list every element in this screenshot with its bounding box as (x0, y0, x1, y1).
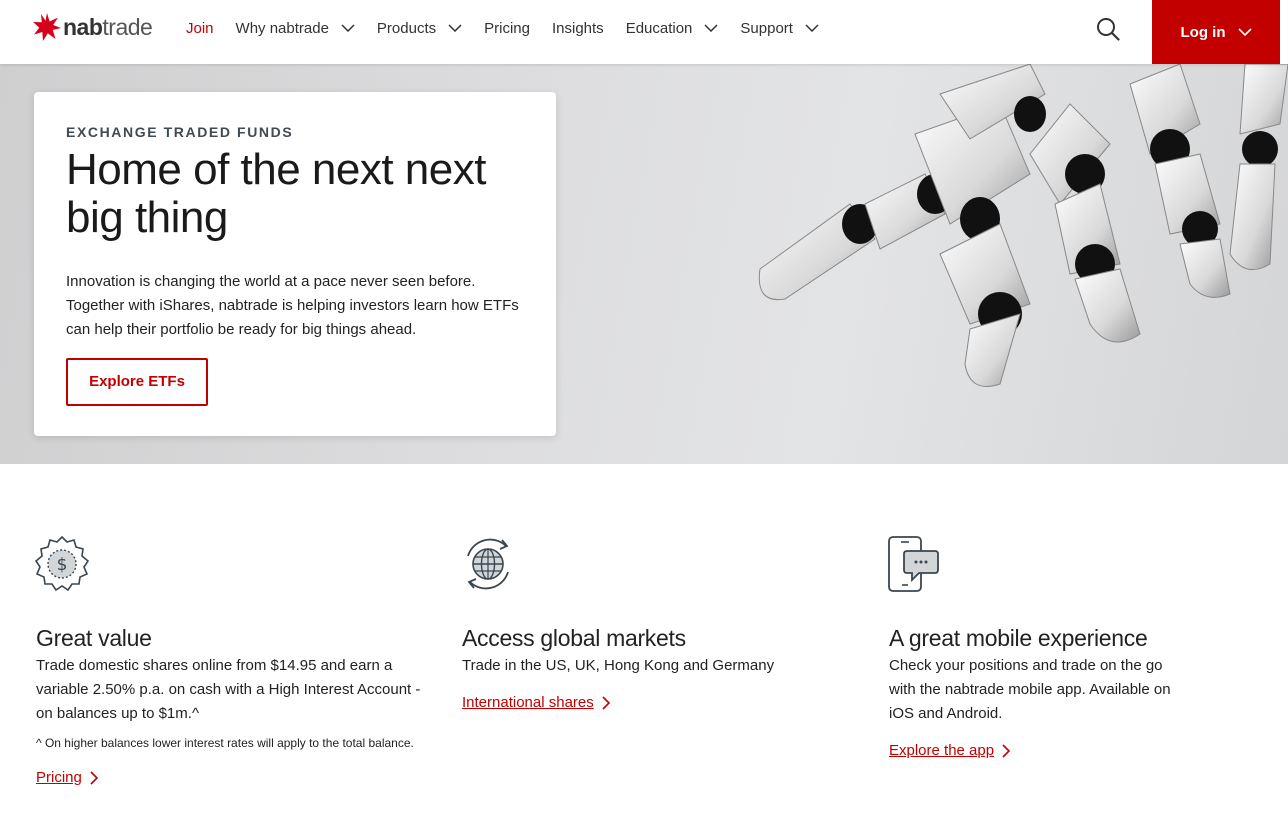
nabtrade-logo[interactable]: nabtrade (32, 12, 153, 42)
main-nav: Join Why nabtrade Products Pricing Insig… (186, 0, 841, 56)
hero-banner: EXCHANGE TRADED FUNDS Home of the next n… (0, 64, 1288, 464)
feature-description: Check your positions and trade on the go… (889, 657, 1171, 722)
chevron-down-icon (448, 24, 462, 32)
hero-text: Innovation is changing the world at a pa… (66, 273, 519, 338)
dollar-badge-icon: $ (34, 535, 90, 592)
nav-education[interactable]: Education (626, 20, 719, 37)
feature-footnote: ^ On higher balances lower interest rate… (36, 736, 414, 750)
hero-eyebrow: EXCHANGE TRADED FUNDS (66, 124, 294, 140)
chevron-down-icon (1237, 28, 1252, 36)
nav-pricing[interactable]: Pricing (484, 20, 530, 37)
mobile-chat-icon (888, 536, 939, 592)
feature-title: Great value (36, 625, 152, 651)
nav-products[interactable]: Products (377, 20, 462, 37)
nab-star-icon (33, 13, 61, 41)
globe-icon (467, 538, 509, 590)
hero-card: EXCHANGE TRADED FUNDS Home of the next n… (34, 92, 556, 436)
robot-hand-image (758, 64, 1288, 387)
feature-global-markets: Access global markets Trade in the US, U… (458, 534, 838, 712)
chevron-down-icon (805, 24, 819, 32)
feature-great-value: $ Great value Trade domestic shares onli… (32, 534, 422, 787)
nav-insights[interactable]: Insights (552, 20, 604, 37)
explore-etfs-button[interactable]: Explore ETFs (66, 358, 208, 406)
chevron-right-icon (90, 770, 98, 785)
feature-mobile-experience: A great mobile experience Check your pos… (885, 534, 1175, 760)
chevron-right-icon (602, 695, 610, 710)
login-button[interactable]: Log in (1152, 0, 1280, 64)
svg-text:$: $ (57, 555, 68, 575)
feature-description: Trade in the US, UK, Hong Kong and Germa… (462, 657, 775, 674)
feature-title: Access global markets (462, 625, 686, 651)
logo-wordmark: nabtrade (63, 13, 153, 40)
chevron-right-icon (1002, 743, 1011, 758)
pricing-link[interactable]: Pricing (36, 769, 98, 786)
nav-join[interactable]: Join (186, 20, 214, 37)
chevron-down-icon (341, 24, 355, 32)
nav-support[interactable]: Support (740, 20, 819, 37)
feature-title: A great mobile experience (889, 625, 1148, 651)
explore-app-link[interactable]: Explore the app (889, 742, 1011, 759)
hero-title: Home of the next next big thing (66, 145, 486, 242)
site-header: nabtrade Join Why nabtrade Products Pric… (0, 0, 1288, 64)
international-shares-link[interactable]: International shares (462, 694, 610, 711)
feature-description: Trade domestic shares online from $14.95… (36, 657, 421, 722)
search-icon[interactable] (1096, 17, 1120, 41)
nav-why-nabtrade[interactable]: Why nabtrade (236, 20, 355, 37)
chevron-down-icon (704, 24, 718, 32)
